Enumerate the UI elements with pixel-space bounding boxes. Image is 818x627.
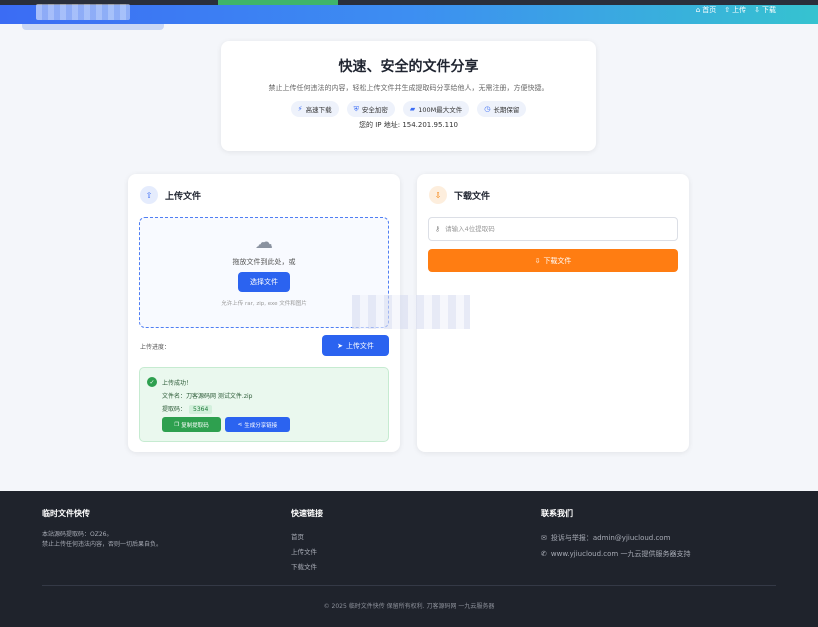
footer-link-download[interactable]: 下载文件	[291, 560, 323, 575]
clock-icon: ◷	[484, 105, 491, 113]
hero-description: 禁止上传任何违法的内容，轻松上传文件并生成提取码分享给他人，无需注册，方便快捷。	[268, 84, 549, 92]
hero-card: 快速、安全的文件分享 禁止上传任何违法的内容，轻松上传文件并生成提取码分享给他人…	[221, 41, 596, 151]
success-title: 上传成功！	[162, 380, 193, 387]
download-arrow-icon: ⇩	[534, 256, 541, 265]
code-input-wrapper: ⚷	[428, 217, 678, 241]
footer-links-title: 快速链接	[291, 509, 323, 518]
header-top-accent	[218, 0, 338, 5]
footer-site-text: www.yjiucloud.com 一九云提供服务器支持	[550, 550, 691, 558]
truck-icon: ▰	[409, 105, 416, 113]
ip-address: 您的 IP 地址: 154.201.95.110	[359, 121, 458, 129]
feature-size: ▰ 100M最大文件	[402, 101, 470, 117]
success-code: 提取码： 5364	[162, 404, 213, 414]
upload-file-button[interactable]: ➤ 上传文件	[322, 335, 389, 356]
phone-icon: ✆	[541, 550, 547, 558]
download-header: ⇩ 下载文件	[429, 186, 490, 204]
download-icon: ⇩	[429, 186, 447, 204]
key-icon: ⚷	[435, 225, 441, 233]
footer-about: 临时文件快传 本站源码提取码：OZ26。 禁止上传任何违法内容，否则一切后果自负…	[42, 508, 162, 550]
share-link-button[interactable]: ⋖ 生成分享链接	[225, 417, 290, 432]
share-button-label: 生成分享链接	[244, 422, 278, 429]
footer-about-line: 本站源码提取码：OZ26。	[42, 531, 113, 538]
site-logo[interactable]	[36, 4, 130, 20]
allowed-types-hint: 允许上传 rar, zip, exe 文件和图片	[221, 301, 307, 307]
site-footer: 临时文件快传 本站源码提取码：OZ26。 禁止上传任何违法内容，否则一切后果自负…	[0, 491, 818, 627]
cloud-upload-icon: ☁	[255, 232, 273, 253]
footer-email-text: 投诉与举报：admin@yjiucloud.com	[550, 534, 671, 542]
main-nav: ⌂ 首页 ⇧ 上传 ⇩ 下载	[696, 5, 776, 15]
footer-contact-title: 联系我们	[541, 509, 573, 518]
envelope-icon: ✉	[541, 534, 547, 542]
copyright: © 2025 临时文件快传 保留所有权利. 刀客源码网 一九云服务器	[323, 603, 495, 610]
nav-upload-label: 上传	[732, 6, 747, 14]
shield-icon: ⛨	[353, 104, 359, 113]
upload-button-label: 上传文件	[345, 341, 374, 350]
copy-button-label: 复制提取码	[181, 422, 209, 429]
footer-site[interactable]: ✆ www.yjiucloud.com 一九云提供服务器支持	[541, 546, 690, 562]
hero-title: 快速、安全的文件分享	[338, 59, 479, 75]
check-circle-icon: ✓	[147, 377, 157, 387]
send-icon: ➤	[337, 341, 343, 350]
home-icon: ⌂	[695, 6, 701, 14]
feature-retention: ◷ 长期保留	[477, 101, 527, 117]
share-icon: ⋖	[237, 421, 243, 428]
nav-download[interactable]: ⇩ 下载	[754, 5, 776, 15]
feature-security: ⛨ 安全加密	[346, 101, 395, 117]
download-file-button[interactable]: ⇩ 下载文件	[428, 249, 678, 272]
code-label: 提取码：	[162, 406, 187, 413]
feature-label: 长期保留	[493, 106, 520, 114]
nav-download-label: 下载	[762, 6, 776, 14]
upload-header: ⇧ 上传文件	[140, 186, 201, 204]
footer-divider	[42, 585, 776, 586]
copy-icon: ❐	[174, 421, 180, 428]
upload-title: 上传文件	[165, 191, 202, 202]
drop-text: 拖放文件到此处，或	[232, 258, 296, 266]
watermark-blur	[352, 295, 470, 329]
nav-upload[interactable]: ⇧ 上传	[724, 5, 746, 15]
footer-email[interactable]: ✉ 投诉与举报：admin@yjiucloud.com	[541, 530, 690, 546]
footer-link-home[interactable]: 首页	[291, 530, 323, 545]
footer-links: 快速链接 首页 上传文件 下载文件	[291, 508, 323, 575]
extract-code-input[interactable]	[445, 225, 666, 233]
download-icon: ⇩	[754, 6, 760, 14]
success-filename: 文件名：刀客源码网 测试文件.zip	[162, 393, 253, 400]
upload-success-box: ✓ 上传成功！ 文件名：刀客源码网 测试文件.zip 提取码： 5364 ❐ 复制提…	[139, 367, 389, 442]
select-file-button[interactable]: 选择文件	[238, 272, 290, 292]
upload-icon: ⇧	[724, 6, 731, 14]
feature-label: 高速下载	[305, 106, 332, 114]
top-header: ⌂ 首页 ⇧ 上传 ⇩ 下载	[0, 0, 818, 24]
download-title: 下载文件	[454, 191, 491, 202]
feature-label: 安全加密	[361, 106, 388, 114]
feature-speed: ⚡ 高速下载	[290, 101, 339, 117]
copy-code-button[interactable]: ❐ 复制提取码	[162, 417, 221, 432]
logo-underline	[22, 24, 164, 30]
nav-home-label: 首页	[702, 6, 717, 14]
footer-contact: 联系我们 ✉ 投诉与举报：admin@yjiucloud.com ✆ www.yji…	[541, 508, 690, 562]
nav-home[interactable]: ⌂ 首页	[696, 5, 716, 15]
footer-link-upload[interactable]: 上传文件	[291, 545, 323, 560]
footer-about-line: 禁止上传任何违法内容，否则一切后果自负。	[42, 541, 163, 548]
footer-about-title: 临时文件快传	[42, 509, 90, 518]
upload-icon: ⇧	[140, 186, 158, 204]
download-button-label: 下载文件	[543, 256, 572, 265]
bolt-icon: ⚡	[297, 105, 303, 113]
progress-label: 上传进度：	[140, 344, 171, 351]
code-value: 5364	[189, 405, 213, 414]
feature-label: 100M最大文件	[418, 106, 463, 114]
feature-list: ⚡ 高速下载 ⛨ 安全加密 ▰ 100M最大文件 ◷ 长期保留	[221, 101, 596, 117]
